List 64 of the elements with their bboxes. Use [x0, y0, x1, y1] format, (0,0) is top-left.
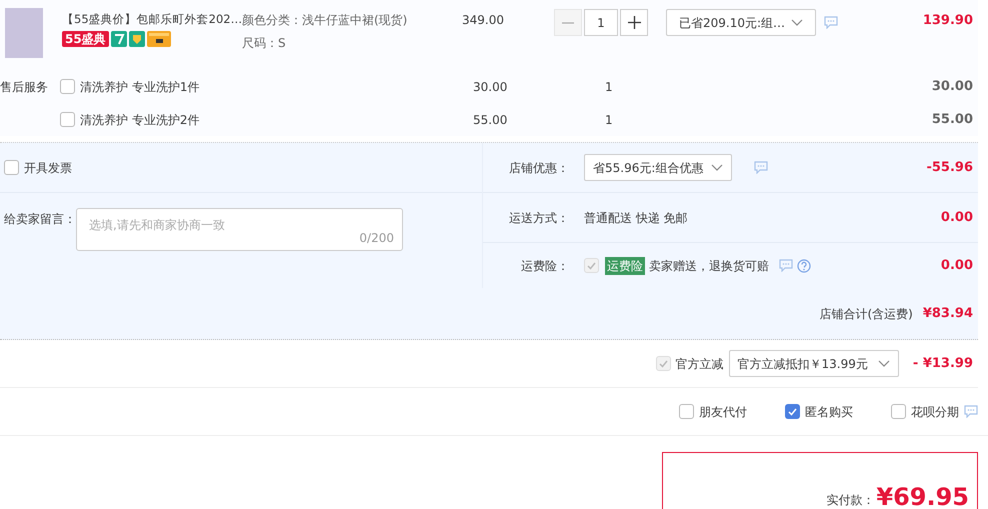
service-total: 55.00: [932, 110, 973, 129]
shop-total-amount: ¥83.94: [922, 304, 973, 323]
chat-icon[interactable]: [779, 259, 793, 272]
service-name: 清洗养护 专业洗护2件: [80, 112, 200, 128]
row-amount: 0.00: [940, 208, 973, 227]
shipping-method: 普通配送 快递 免邮: [584, 210, 688, 226]
decrease-button[interactable]: [554, 9, 582, 36]
promo-badge: 55盛典: [62, 31, 109, 48]
discount-select[interactable]: 省55.96元:组合优惠: [584, 154, 732, 181]
item-total: 139.90: [922, 12, 973, 30]
product-spec: 尺码：S: [242, 35, 287, 52]
row-amount: -55.96: [926, 158, 973, 177]
option-label: 朋友代付: [699, 404, 747, 420]
service-total: 30.00: [932, 78, 973, 96]
help-icon[interactable]: [797, 258, 811, 272]
row-amount: 0.00: [940, 256, 973, 275]
checkbox[interactable]: [60, 112, 75, 127]
official-discount-label: 官方立减: [676, 356, 724, 372]
chat-icon[interactable]: [754, 161, 768, 174]
caret-icon: [878, 360, 890, 368]
checkbox[interactable]: [785, 404, 800, 419]
field-label: 店铺优惠：: [508, 160, 569, 176]
checkbox[interactable]: [584, 258, 599, 273]
shop-total-label: 店铺合计(含运费): [819, 306, 913, 322]
invoice-label: 开具发票: [24, 160, 72, 176]
character-count: 0/200: [359, 230, 394, 247]
official-discount-select[interactable]: 官方立减抵扣￥13.99元: [728, 350, 899, 377]
chat-icon[interactable]: [824, 16, 838, 29]
option-label: 匿名购买: [805, 404, 853, 420]
service-price: 55.00: [473, 112, 508, 128]
service-label: 售后服务: [0, 78, 49, 96]
photo-placeholder: [5, 8, 43, 58]
service-quantity: 1: [605, 112, 613, 128]
official-discount-amount: - ¥13.99: [912, 354, 973, 373]
checkbox[interactable]: [891, 404, 906, 419]
service-price: 30.00: [473, 78, 508, 96]
message-label: 给卖家留言：: [4, 211, 76, 228]
check-icon: [587, 262, 596, 270]
field-label: 运送方式：: [508, 210, 569, 226]
unit-price: 349.00: [462, 12, 505, 29]
insurance-tag: 运费险: [605, 256, 645, 274]
quantity-field[interactable]: 1: [584, 9, 618, 36]
caret-icon: [711, 164, 724, 172]
minus-icon: [562, 22, 574, 24]
check-icon: [788, 408, 797, 416]
increase-button[interactable]: [620, 9, 648, 36]
payment-amount: ¥69.95: [876, 485, 969, 509]
checkbox[interactable]: [679, 404, 694, 419]
message-placeholder: 选填,请先和商家协商一致: [89, 217, 225, 234]
option-label: 花呗分期: [911, 404, 959, 420]
product-spec: 颜色分类：浅牛仔蓝中裙(现货): [242, 12, 408, 29]
promo-select[interactable]: 已省209.10元:组…: [666, 9, 816, 36]
checkbox[interactable]: [4, 160, 19, 175]
plus-icon: [628, 16, 640, 29]
insurance-text: 卖家赠送，退换货可赔: [649, 258, 769, 274]
checkbox[interactable]: [656, 356, 671, 371]
field-label: 运费险：: [520, 258, 569, 274]
chat-icon[interactable]: [964, 405, 978, 418]
caret-icon: [791, 18, 803, 26]
check-icon: [658, 360, 668, 368]
checkbox[interactable]: [60, 79, 75, 94]
service-name: 清洗养护 专业洗护1件: [80, 78, 200, 96]
payment-label: 实付款：: [826, 492, 874, 509]
service-quantity: 1: [605, 78, 613, 96]
